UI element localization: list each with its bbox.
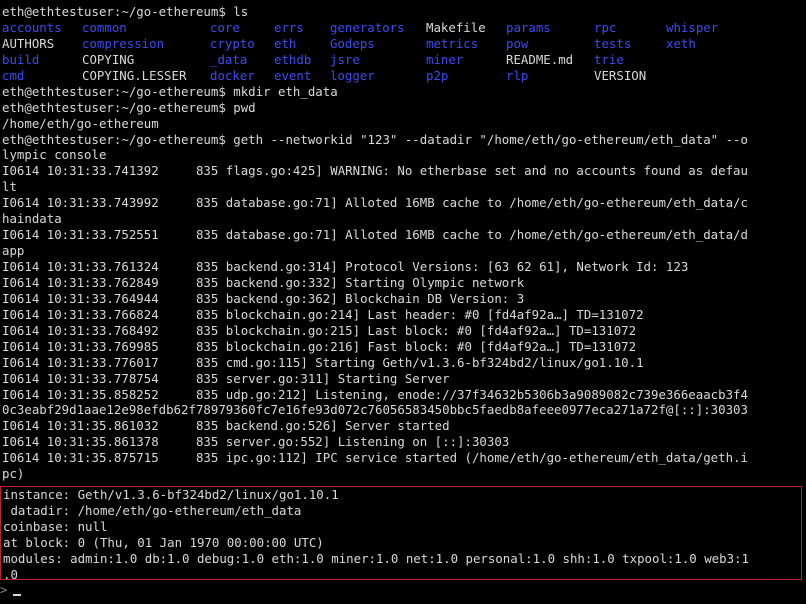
ls-row: AUTHORS compression crypto eth Godeps metrics… (2, 36, 806, 52)
ls-file-entry: COPYING (82, 51, 135, 67)
terminal-line: eth@ethtestuser:~/go-ethereum$ pwd (2, 99, 256, 115)
ls-directory-entry: rlp (506, 67, 529, 83)
terminal-line: I0614 10:31:33.752551 835 database.go:71… (2, 227, 748, 243)
ls-output: accounts common core errs generators Makefile… (2, 20, 806, 84)
ls-directory-entry: cmd (2, 67, 25, 83)
terminal-line: I0614 10:31:33.762849 835 backend.go:332… (2, 274, 525, 290)
ls-directory-entry: build (2, 51, 40, 67)
terminal-line: I0614 10:31:35.875715 835 ipc.go:112] IP… (2, 450, 748, 466)
console-info-line: modules: admin:1.0 db:1.0 debug:1.0 eth:… (3, 550, 749, 566)
terminal-line: I0614 10:31:33.741392 835 flags.go:425] … (2, 163, 748, 179)
ls-directory-entry: _data (210, 51, 248, 67)
ls-directory-entry: xeth (666, 35, 696, 51)
console-info-line: instance: Geth/v1.3.6-bf324bd2/linux/go1… (3, 487, 339, 502)
ls-directory-entry: pow (506, 35, 529, 51)
ls-directory-entry: eth (274, 35, 297, 51)
terminal-line: I0614 10:31:33.766824 835 blockchain.go:… (2, 306, 644, 322)
terminal-line: I0614 10:31:33.769985 835 blockchain.go:… (2, 338, 637, 354)
terminal-line: haindata (2, 211, 62, 227)
console-info-line: at block: 0 (Thu, 01 Jan 1970 00:00:00 U… (3, 534, 324, 550)
ls-directory-entry: p2p (426, 67, 449, 83)
console-prompt[interactable]: > (0, 582, 806, 600)
terminal-line: app (2, 243, 25, 259)
terminal-line: I0614 10:31:33.778754 835 server.go:311]… (2, 370, 450, 386)
ls-directory-entry: jsre (330, 51, 360, 67)
ls-directory-entry: trie (594, 51, 624, 67)
ls-file-entry: VERSION (594, 67, 647, 83)
ls-directory-entry: generators (330, 19, 405, 35)
ls-directory-entry: core (210, 19, 240, 35)
ls-directory-entry: docker (210, 67, 255, 83)
terminal-line: /home/eth/go-ethereum (2, 115, 159, 131)
ls-directory-entry: event (274, 67, 312, 83)
terminal-line: I0614 10:31:33.761324 835 backend.go:314… (2, 259, 689, 274)
ls-directory-entry: common (82, 19, 127, 35)
console-info-line: .0 (3, 566, 18, 582)
ls-row: cmd COPYING.LESSER docker event logger p2p rlp… (2, 68, 806, 84)
terminal-line: lt (2, 179, 17, 195)
ls-directory-entry: Godeps (330, 35, 375, 51)
terminal-line: I0614 10:31:35.861378 835 server.go:552]… (2, 434, 510, 450)
ls-row: accounts common core errs generators Makefile… (2, 20, 806, 36)
terminal-line: I0614 10:31:33.743992 835 database.go:71… (2, 195, 748, 211)
console-info-line: coinbase: null (3, 518, 108, 534)
ls-directory-entry: miner (426, 51, 464, 67)
ls-directory-entry: crypto (210, 35, 255, 51)
ls-file-entry: COPYING.LESSER (82, 67, 187, 83)
ls-directory-entry: rpc (594, 19, 617, 35)
ls-row: build COPYING _data ethdb jsre miner README.md… (2, 52, 806, 68)
cursor-icon (13, 593, 22, 596)
console-info-line: datadir: /home/eth/go-ethereum/eth_data (3, 502, 302, 518)
ls-command-line: eth@ethtestuser:~/go-ethereum$ ls (2, 4, 249, 19)
terminal-line: lympic console (2, 147, 107, 163)
terminal-line: pc) (2, 466, 25, 482)
terminal-line: I0614 10:31:33.764944 835 backend.go:362… (2, 290, 525, 306)
ls-directory-entry: params (506, 19, 551, 35)
prompt-symbol: > (0, 582, 8, 597)
ls-file-entry: README.md (506, 51, 574, 67)
ls-directory-entry: tests (594, 35, 632, 51)
ls-file-entry: AUTHORS (2, 35, 55, 51)
ls-directory-entry: ethdb (274, 51, 312, 67)
terminal-output: eth@ethtestuser:~/go-ethereum$ mkdir eth… (2, 84, 806, 482)
ls-directory-entry: logger (330, 67, 375, 83)
ls-file-entry: Makefile (426, 19, 486, 35)
terminal-line: eth@ethtestuser:~/go-ethereum$ mkdir eth… (2, 83, 338, 99)
terminal-line: I0614 10:31:35.861032 835 backend.go:526… (2, 418, 450, 434)
terminal-line: I0614 10:31:35.858252 835 udp.go:212] Li… (2, 386, 748, 402)
terminal-line: 0c3eabf29d1aae12e98efdb62f78979360fc7e16… (2, 402, 748, 418)
ls-directory-entry: metrics (426, 35, 479, 51)
ls-directory-entry: compression (82, 35, 165, 51)
console-info-box: instance: Geth/v1.3.6-bf324bd2/linux/go1… (0, 486, 802, 582)
ls-directory-entry: whisper (666, 19, 719, 35)
terminal-line: eth@ethtestuser:~/go-ethereum$ geth --ne… (2, 131, 748, 147)
ls-directory-entry: accounts (2, 19, 62, 35)
ls-directory-entry: errs (274, 19, 304, 35)
terminal-line: I0614 10:31:33.768492 835 blockchain.go:… (2, 322, 637, 338)
terminal-line: I0614 10:31:33.776017 835 cmd.go:115] St… (2, 354, 644, 370)
